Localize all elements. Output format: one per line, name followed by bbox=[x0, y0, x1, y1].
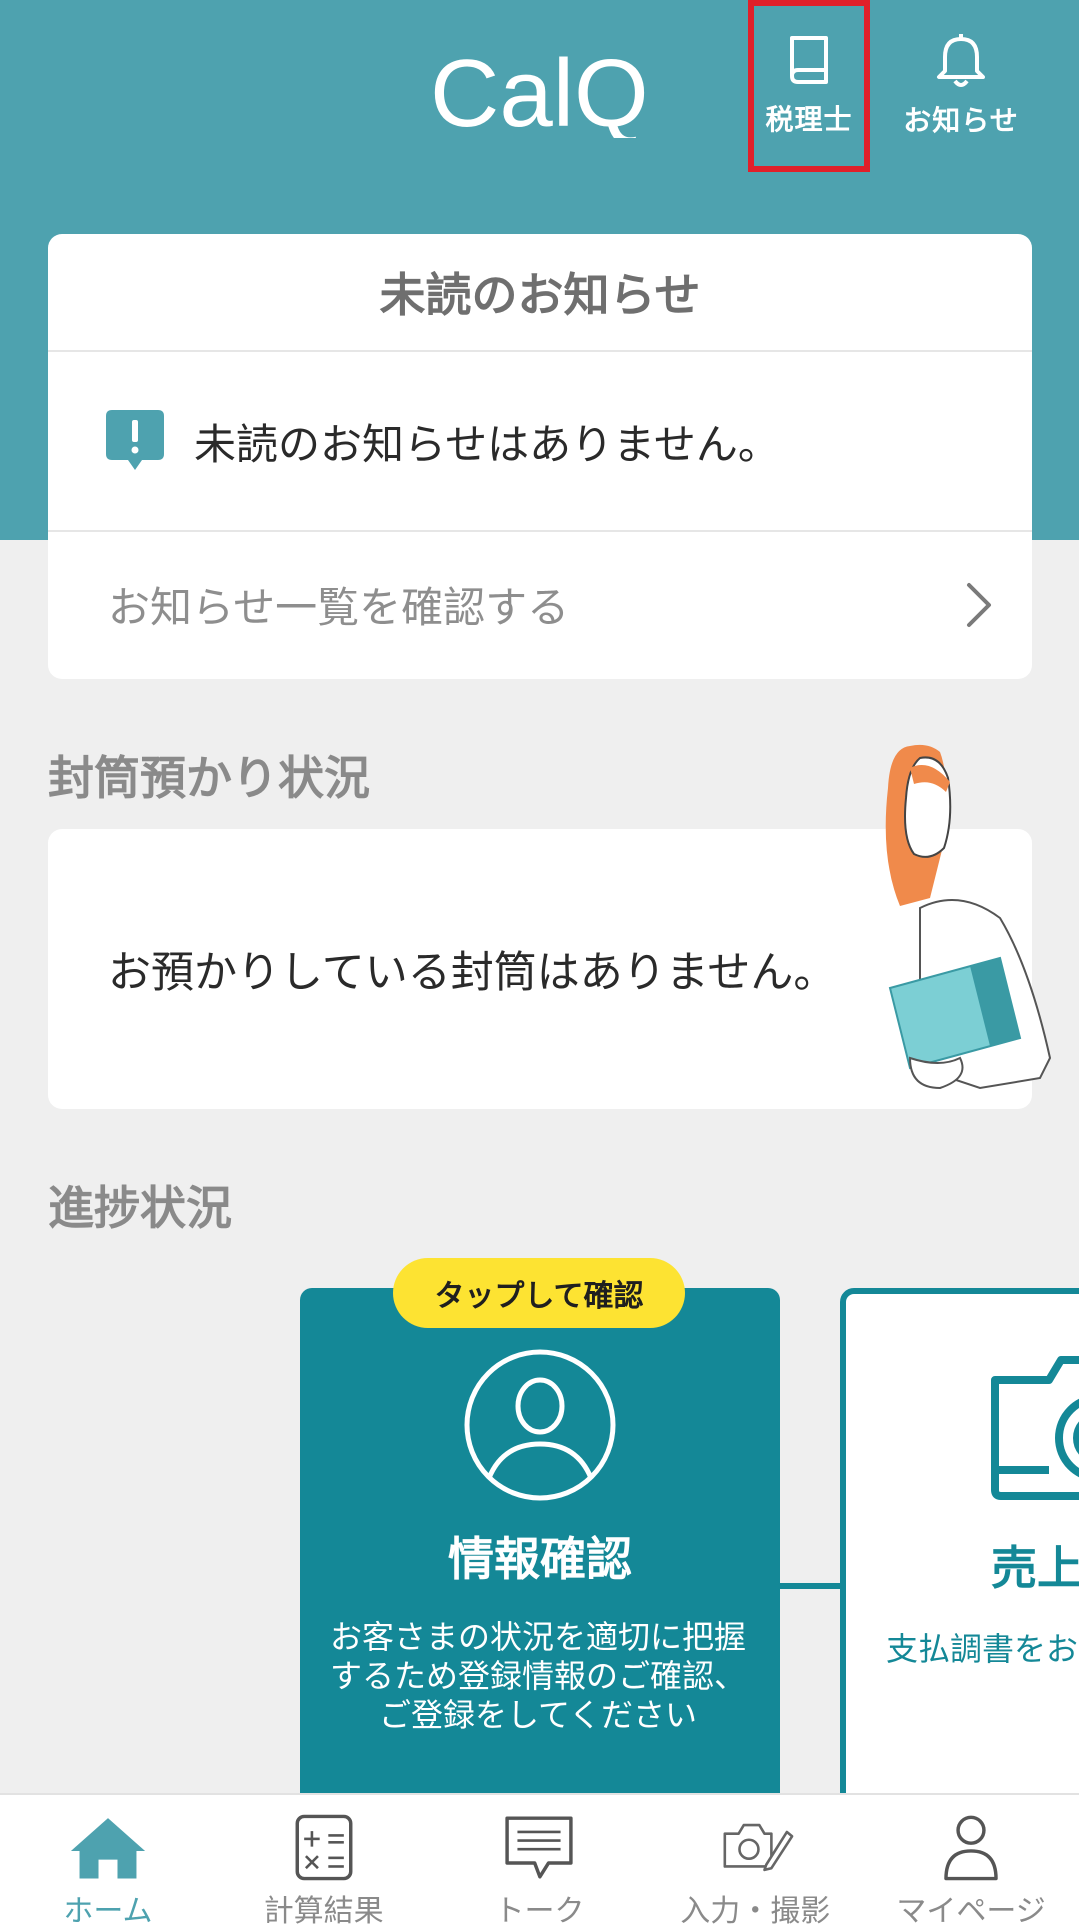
tab-input-label: 入力・撮影 bbox=[680, 1894, 831, 1929]
tab-talk-label: トーク bbox=[494, 1894, 585, 1929]
home-icon bbox=[70, 1818, 145, 1879]
bell-icon bbox=[937, 34, 985, 87]
progress-step-sales-card[interactable]: 売上 支払調書をお bbox=[840, 1288, 1079, 1808]
envelope-section-title: 封筒預かり状況 bbox=[48, 751, 370, 805]
tab-home[interactable]: ホーム bbox=[0, 1795, 216, 1930]
no-notices-row: 未読のお知らせはありません。 bbox=[48, 352, 1032, 532]
tab-input-capture[interactable]: 入力・撮影 bbox=[647, 1795, 863, 1930]
alert-bubble-icon bbox=[106, 410, 164, 470]
chevron-right-icon bbox=[967, 582, 991, 627]
tab-calculation-results[interactable]: 計算結果 bbox=[216, 1795, 432, 1930]
book-icon bbox=[790, 36, 828, 84]
progress-step-description: お客さまの状況を適切に把握するため登録情報のご確認、ご登録をしてください bbox=[329, 1618, 746, 1734]
home-screen: CalQ 税理士 お知らせ 未読のお知らせ 未読のお知らせはありません。 お知ら… bbox=[0, 0, 1079, 1930]
tap-to-confirm-badge[interactable]: タップして確認 bbox=[393, 1258, 685, 1328]
notifications-label: お知らせ bbox=[903, 104, 1019, 137]
camera-icon bbox=[991, 1356, 1079, 1500]
calq-logo: CalQ bbox=[430, 40, 649, 138]
progress-step-title: 売上 bbox=[991, 1541, 1079, 1595]
staff-illustration bbox=[885, 744, 1052, 1090]
bottom-tab-bar: ホーム 計算結果 トーク 入力・撮影 マイページ bbox=[0, 1793, 1079, 1930]
svg-text:CalQ: CalQ bbox=[430, 40, 649, 138]
tab-talk[interactable]: トーク bbox=[432, 1795, 648, 1930]
person-icon bbox=[944, 1815, 998, 1881]
person-circle-icon bbox=[464, 1349, 616, 1501]
progress-section-title: 進捗状況 bbox=[48, 1181, 232, 1235]
step-connector bbox=[780, 1583, 844, 1589]
camera-pen-icon bbox=[723, 1823, 794, 1872]
unread-notices-title: 未読のお知らせ bbox=[48, 234, 1032, 352]
progress-step-description: 支払調書をお bbox=[886, 1630, 1079, 1668]
zeirishi-button[interactable]: 税理士 bbox=[748, 0, 870, 172]
view-all-notices-link[interactable]: お知らせ一覧を確認する bbox=[48, 532, 1032, 677]
progress-step-title: 情報確認 bbox=[448, 1532, 632, 1586]
progress-step-info-card[interactable]: 情報確認 お客さまの状況を適切に把握するため登録情報のご確認、ご登録をしてくださ… bbox=[300, 1288, 780, 1808]
zeirishi-label: 税理士 bbox=[765, 103, 853, 136]
tab-mypage-label: マイページ bbox=[896, 1894, 1046, 1929]
tab-calculation-label: 計算結果 bbox=[263, 1894, 384, 1929]
no-notices-text: 未読のお知らせはありません。 bbox=[194, 419, 780, 469]
calculator-icon bbox=[295, 1814, 353, 1881]
notifications-button[interactable]: お知らせ bbox=[890, 0, 1032, 172]
tab-home-label: ホーム bbox=[63, 1894, 153, 1929]
unread-notices-card: 未読のお知らせ 未読のお知らせはありません。 お知らせ一覧を確認する bbox=[48, 234, 1032, 679]
view-all-notices-label: お知らせ一覧を確認する bbox=[108, 583, 570, 632]
chat-icon bbox=[505, 1816, 574, 1879]
no-envelope-text: お預かりしている封筒はありません。 bbox=[108, 948, 837, 998]
tab-mypage[interactable]: マイページ bbox=[863, 1795, 1079, 1930]
